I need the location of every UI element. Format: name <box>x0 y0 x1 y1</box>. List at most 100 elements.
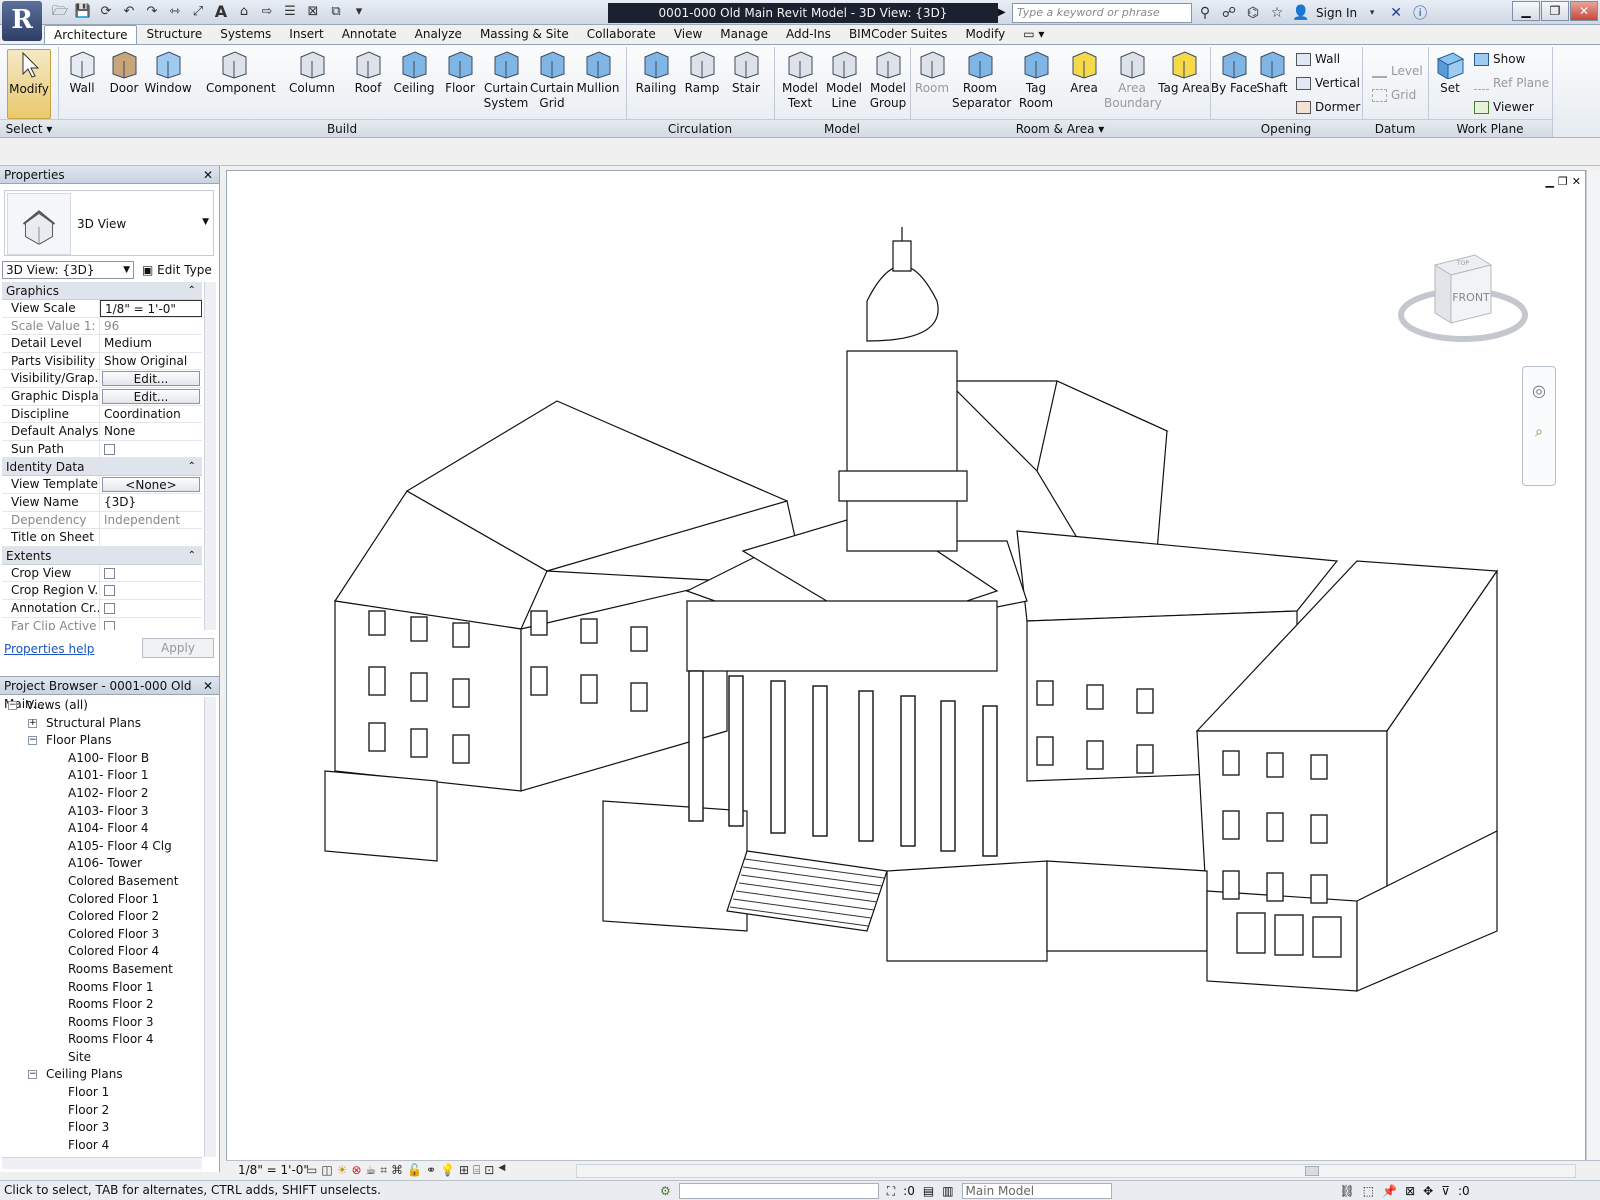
close-icon[interactable]: ✕ <box>1570 1 1598 21</box>
filter-icon[interactable]: ⊽ <box>1441 1184 1450 1198</box>
browser-node[interactable]: Rooms Floor 1 <box>0 979 204 997</box>
dimension-icon[interactable]: ⤢ <box>188 3 208 21</box>
show-work-plane-button[interactable]: Show <box>1474 51 1525 67</box>
browser-node[interactable]: Floor 4 <box>0 1137 204 1155</box>
tab-annotate[interactable]: Annotate <box>333 25 406 44</box>
3d-view-icon[interactable]: ⌂ <box>234 3 254 21</box>
viewport-horizontal-scrollbar[interactable] <box>576 1164 1576 1178</box>
browser-node[interactable]: A102- Floor 2 <box>0 785 204 803</box>
user-icon[interactable]: 👤 <box>1292 5 1310 21</box>
property-value[interactable]: Show Original <box>100 353 202 370</box>
sun-path-icon[interactable]: ☀ <box>337 1163 348 1178</box>
checkbox[interactable] <box>104 567 115 579</box>
temporary-hide-icon[interactable]: ⚭ <box>426 1163 436 1178</box>
column-tool-button[interactable]: Column <box>284 49 340 96</box>
exclude-options-icon[interactable]: ▥ <box>942 1184 953 1198</box>
qat-dropdown-icon[interactable]: ▾ <box>349 3 369 21</box>
restore-icon[interactable]: ❐ <box>1541 1 1569 21</box>
view-scale-button[interactable]: 1/8" = 1'-0" <box>238 1163 309 1177</box>
navigation-bar[interactable]: ◎ ⌕ <box>1522 366 1556 486</box>
opening-dormer-button[interactable]: Dormer <box>1296 99 1360 115</box>
browser-node[interactable]: A104- Floor 4 <box>0 820 204 838</box>
rendering-icon[interactable]: ☕ <box>366 1163 377 1178</box>
window-tool-button[interactable]: Window <box>140 49 196 96</box>
section-icon[interactable]: ⇨ <box>257 3 277 21</box>
tab-bimcoder-suites[interactable]: BIMCoder Suites <box>840 25 957 44</box>
select-by-face-icon[interactable]: ⊠ <box>1405 1184 1415 1198</box>
expand-toggle-icon[interactable]: − <box>28 736 37 746</box>
search-expand-icon[interactable]: ▶ <box>998 4 1010 22</box>
tab-architecture[interactable]: Architecture <box>44 25 138 44</box>
browser-node[interactable]: A100- Floor B <box>0 750 204 768</box>
browser-node[interactable]: Colored Floor 4 <box>0 943 204 961</box>
tab-collaborate[interactable]: Collaborate <box>578 25 665 44</box>
undo-icon[interactable]: ↶ <box>119 3 139 21</box>
properties-help-link[interactable]: Properties help <box>4 642 94 656</box>
browser-node[interactable]: − Ceiling Plans <box>0 1066 204 1084</box>
tag-area-tool-button[interactable]: Tag Area <box>1156 49 1212 96</box>
tab-add-ins[interactable]: Add-Ins <box>777 25 840 44</box>
browser-node[interactable]: Colored Basement <box>0 873 204 891</box>
crop-view-icon[interactable]: ⌗ <box>380 1163 387 1178</box>
tab-modify[interactable]: Modify <box>956 25 1014 44</box>
property-value[interactable]: 1/8" = 1'-0" <box>100 300 202 317</box>
group-graphics[interactable]: Graphics ⌃ <box>2 282 202 300</box>
open-icon[interactable]: 🗁 <box>50 3 70 21</box>
detail-level-icon[interactable]: ▭ <box>306 1163 317 1178</box>
shadows-icon[interactable]: ⊗ <box>351 1163 361 1178</box>
sign-in-dropdown-icon[interactable]: ▾ <box>1363 8 1381 18</box>
select-panel-title[interactable]: Select ▾ <box>0 119 58 137</box>
checkbox[interactable] <box>104 585 115 597</box>
minimize-icon[interactable]: ▁ <box>1512 1 1540 21</box>
area-boundary-tool-button[interactable]: Area Boundary <box>1104 49 1162 111</box>
select-links-icon[interactable]: ⛓ <box>1340 1184 1355 1198</box>
viewer-button[interactable]: Viewer <box>1474 99 1534 115</box>
binoculars-icon[interactable]: ⚲ <box>1196 5 1214 21</box>
property-value[interactable]: Medium <box>100 335 202 352</box>
expand-toggle-icon[interactable]: − <box>8 701 17 710</box>
ref-plane-button[interactable]: Ref Plane <box>1474 75 1549 91</box>
browser-node[interactable]: Rooms Basement <box>0 961 204 979</box>
lock-3d-icon[interactable]: 🔓 <box>407 1163 422 1178</box>
application-menu-button[interactable]: R <box>2 1 42 41</box>
editable-only-icon[interactable]: ⛶ <box>887 1184 895 1199</box>
browser-node[interactable]: Floor 3 <box>0 1119 204 1137</box>
thin-lines-icon[interactable]: ☰ <box>280 3 300 21</box>
sync-icon[interactable]: ⟳ <box>96 3 116 21</box>
tab-manage[interactable]: Manage <box>711 25 777 44</box>
property-value[interactable]: Coordination <box>100 406 202 423</box>
drag-elements-icon[interactable]: ✥ <box>1423 1184 1433 1198</box>
tab-systems[interactable]: Systems <box>211 25 280 44</box>
3d-viewport[interactable]: ▁ ❐ ✕ FRONT TOP <box>226 170 1586 1162</box>
property-value[interactable]: Edit... <box>102 388 200 404</box>
browser-node[interactable]: Colored Floor 2 <box>0 908 204 926</box>
type-selector[interactable]: 3D View ▼ <box>4 190 214 256</box>
expand-toggle-icon[interactable]: + <box>28 718 37 728</box>
favorites-star-icon[interactable]: ☆ <box>1268 5 1286 21</box>
opening-wall-button[interactable]: Wall <box>1296 51 1340 67</box>
properties-scrollbar[interactable] <box>204 282 216 630</box>
browser-node[interactable]: Colored Floor 1 <box>0 891 204 909</box>
instance-selector-dropdown[interactable]: 3D View: {3D} ▼ <box>2 261 134 279</box>
checkbox[interactable] <box>104 620 115 630</box>
shaft-tool-button[interactable]: Shaft <box>1244 49 1300 96</box>
text-icon[interactable]: A <box>211 3 231 21</box>
tab-view[interactable]: View <box>665 25 711 44</box>
close-icon[interactable]: ✕ <box>203 677 213 695</box>
design-options-icon[interactable]: ▤ <box>923 1184 934 1198</box>
ribbon-minimize-icon[interactable]: ▭ ▾ <box>1014 25 1053 44</box>
browser-node[interactable]: Rooms Floor 4 <box>0 1031 204 1049</box>
property-value[interactable]: Edit... <box>102 371 200 386</box>
highlight-displacement-icon[interactable]: ⌸ <box>473 1163 480 1178</box>
tab-insert[interactable]: Insert <box>280 25 332 44</box>
datum-grid-button[interactable]: Grid <box>1372 87 1416 103</box>
browser-node[interactable]: Rooms Floor 3 <box>0 1014 204 1032</box>
browser-node[interactable]: A101- Floor 1 <box>0 767 204 785</box>
subscription-icon[interactable]: ☍ <box>1220 5 1238 21</box>
close-hidden-icon[interactable]: ⊠ <box>303 3 323 21</box>
checkbox[interactable] <box>104 443 115 455</box>
expand-toggle-icon[interactable]: − <box>28 1070 37 1080</box>
browser-node[interactable]: Floor 2 <box>0 1102 204 1120</box>
datum-level-button[interactable]: Level <box>1372 63 1423 79</box>
building-3d-model[interactable] <box>227 171 1585 1161</box>
